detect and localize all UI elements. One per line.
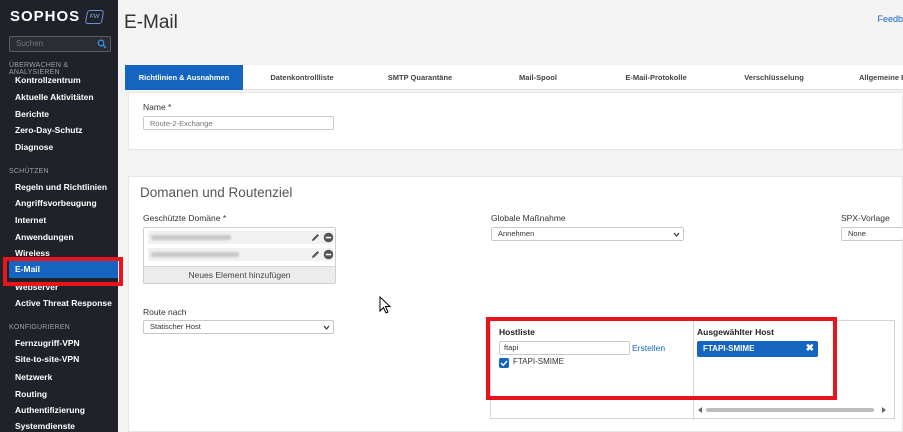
highlight-frame-email bbox=[3, 257, 123, 286]
global-action-value: Annehmen bbox=[498, 229, 535, 238]
highlight-frame-host-picker bbox=[486, 317, 837, 400]
spx-template-select[interactable]: None bbox=[841, 227, 903, 241]
sidebar-item-authentifizierung[interactable]: Authentifizierung bbox=[15, 405, 85, 415]
logo-badge: FW bbox=[84, 9, 105, 24]
tab-mail-spool[interactable]: Mail-Spool bbox=[479, 65, 597, 90]
sidebar-item-diagnose[interactable]: Diagnose bbox=[15, 142, 53, 152]
sidebar-item-zero-day-schutz[interactable]: Zero-Day-Schutz bbox=[15, 125, 83, 135]
tab-smtp-quarantaene[interactable]: SMTP Quarantäne bbox=[361, 65, 479, 90]
page-title: E-Mail bbox=[124, 12, 178, 33]
name-label: Name * bbox=[143, 102, 172, 112]
domain-row[interactable] bbox=[148, 248, 334, 261]
global-action-label: Globale Maßnahme bbox=[491, 213, 566, 223]
protected-domain-label: Geschützte Domäne * bbox=[143, 213, 227, 223]
sidebar: SOPHOS FW ÜBERWACHEN & ANALYSIEREN Kontr… bbox=[0, 0, 118, 432]
sidebar-item-aktuelle-aktivitaeten[interactable]: Aktuelle Aktivitäten bbox=[15, 92, 94, 102]
sidebar-item-angriffsvorbeugung[interactable]: Angriffsvorbeugung bbox=[15, 198, 97, 208]
pencil-icon[interactable] bbox=[310, 249, 321, 260]
remove-circle-icon[interactable] bbox=[323, 232, 334, 243]
sidebar-item-site-to-site-vpn[interactable]: Site-to-site-VPN bbox=[15, 354, 79, 364]
remove-circle-icon[interactable] bbox=[323, 249, 334, 260]
tab-email-protokolle[interactable]: E-Mail-Protokolle bbox=[597, 65, 715, 90]
section-heading-configure: KONFIGURIEREN bbox=[9, 324, 70, 331]
section-heading-protect: SCHÜTZEN bbox=[9, 168, 49, 175]
feedback-link[interactable]: Feedb bbox=[877, 14, 903, 24]
logo-text: SOPHOS bbox=[10, 8, 81, 25]
tab-verschluesselung[interactable]: Verschlüsselung bbox=[715, 65, 833, 90]
sidebar-item-kontrollzentrum[interactable]: Kontrollzentrum bbox=[15, 75, 81, 85]
route-label: Route nach bbox=[143, 307, 187, 317]
spx-template-value: None bbox=[848, 229, 866, 238]
sidebar-item-routing[interactable]: Routing bbox=[15, 389, 47, 399]
search-input[interactable] bbox=[16, 39, 96, 48]
add-new-element-button[interactable]: Neues Element hinzufügen bbox=[144, 266, 335, 283]
chevron-down-icon bbox=[323, 325, 330, 330]
domain-row[interactable] bbox=[148, 231, 334, 244]
mouse-cursor-icon bbox=[379, 296, 392, 314]
spx-template-label: SPX-Vorlage bbox=[841, 213, 890, 223]
global-action-select[interactable]: Annehmen bbox=[491, 227, 684, 241]
sophos-logo[interactable]: SOPHOS FW bbox=[10, 8, 105, 25]
sidebar-item-regeln[interactable]: Regeln und Richtlinien bbox=[15, 182, 107, 192]
tab-datenkontrollliste[interactable]: Datenkontrollliste bbox=[243, 65, 361, 90]
sidebar-item-active-threat-response[interactable]: Active Threat Response bbox=[15, 298, 112, 308]
section-title-domains: Domanen und Routenziel bbox=[140, 185, 293, 200]
tab-richtlinien-ausnahmen[interactable]: Richtlinien & Ausnahmen bbox=[125, 65, 243, 90]
blurred-domain bbox=[151, 235, 231, 240]
sidebar-item-internet[interactable]: Internet bbox=[15, 215, 46, 225]
name-input[interactable] bbox=[143, 116, 334, 130]
route-value: Statischer Host bbox=[150, 322, 201, 331]
tab-allgemeine-einstellungen[interactable]: Allgemeine E bbox=[833, 65, 903, 90]
chevron-down-icon bbox=[673, 232, 680, 237]
sidebar-item-systemdienste[interactable]: Systemdienste bbox=[15, 421, 75, 431]
blurred-domain bbox=[151, 252, 239, 257]
sidebar-item-netzwerk[interactable]: Netzwerk bbox=[15, 372, 52, 382]
search-icon[interactable] bbox=[97, 39, 107, 49]
tab-bar: Richtlinien & Ausnahmen Datenkontrolllis… bbox=[125, 65, 903, 90]
route-select[interactable]: Statischer Host bbox=[143, 320, 334, 334]
sidebar-item-berichte[interactable]: Berichte bbox=[15, 109, 49, 119]
horizontal-scrollbar[interactable] bbox=[698, 406, 886, 414]
sidebar-item-fernzugriff-vpn[interactable]: Fernzugriff-VPN bbox=[15, 338, 80, 348]
section-heading-monitor: ÜBERWACHEN & ANALYSIEREN bbox=[9, 62, 69, 76]
sidebar-item-anwendungen[interactable]: Anwendungen bbox=[15, 232, 74, 242]
sidebar-search[interactable] bbox=[9, 36, 111, 52]
protected-domain-list: Neues Element hinzufügen bbox=[143, 227, 336, 284]
pencil-icon[interactable] bbox=[310, 232, 321, 243]
